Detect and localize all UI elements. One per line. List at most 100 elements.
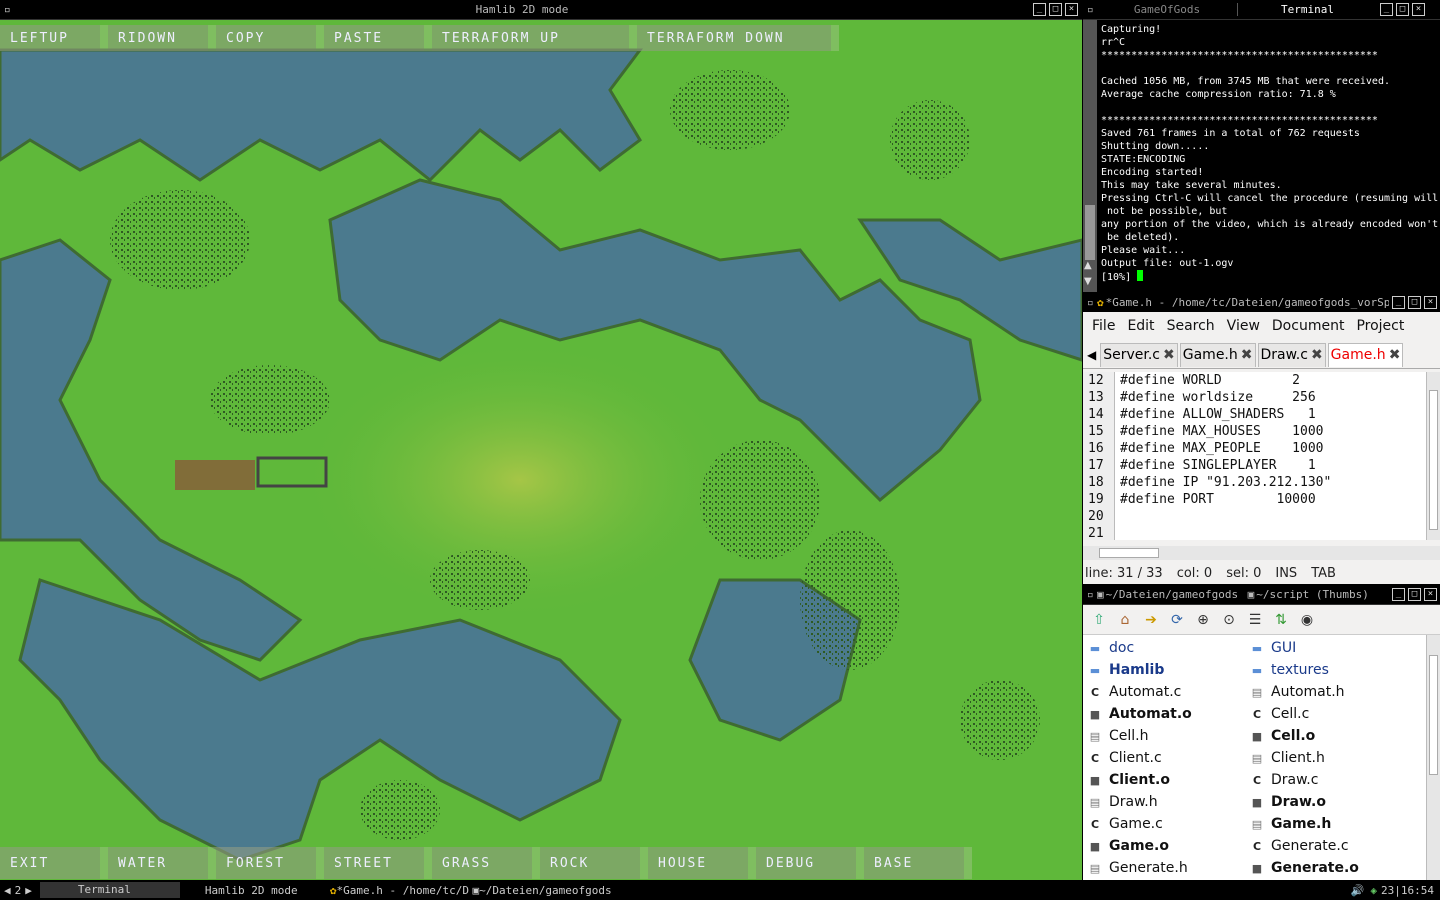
minimize-icon[interactable]: _: [1392, 588, 1405, 601]
file-item[interactable]: C Client.c: [1083, 750, 1245, 766]
file-item[interactable]: ■ Cell.o: [1245, 728, 1407, 744]
code-line[interactable]: #define worldsize 256: [1120, 389, 1331, 406]
code-line[interactable]: #define IP "91.203.212.130": [1120, 474, 1331, 491]
forest-button[interactable]: FOREST: [216, 847, 316, 879]
file-item[interactable]: C Cell.c: [1245, 706, 1407, 722]
minimize-icon[interactable]: _: [1033, 3, 1046, 16]
close-tab-icon[interactable]: ✖: [1311, 347, 1323, 363]
close-icon[interactable]: ×: [1412, 3, 1425, 16]
tab-scroll-left-icon[interactable]: ◀: [1087, 348, 1096, 362]
maximize-icon[interactable]: □: [1408, 296, 1421, 309]
scroll-thumb[interactable]: [1099, 548, 1159, 558]
file-item[interactable]: ■ Draw.o: [1245, 794, 1407, 810]
desktop-next-icon[interactable]: ▶: [25, 884, 32, 897]
close-tab-icon[interactable]: ✖: [1241, 347, 1253, 363]
terminal-window-titlebar[interactable]: ▫ GameOfGods Terminal _ □ ×: [1083, 0, 1440, 20]
scroll-thumb[interactable]: [1085, 205, 1095, 260]
file-item[interactable]: ▤ Automat.h: [1245, 684, 1407, 700]
close-tab-icon[interactable]: ✖: [1389, 347, 1401, 363]
task-hamlib[interactable]: Hamlib 2D mode: [205, 884, 315, 897]
game-window-titlebar[interactable]: ▫ Hamlib 2D mode _ □ ×: [0, 0, 1082, 20]
tab-terminal[interactable]: Terminal: [1237, 3, 1377, 16]
code-line[interactable]: #define ALLOW_SHADERS 1: [1120, 406, 1331, 423]
terminal-output[interactable]: Capturing! rr^C **************************…: [1083, 20, 1440, 292]
code-line[interactable]: #define MAX_HOUSES 1000: [1120, 423, 1331, 440]
file-item[interactable]: ▬ GUI: [1245, 640, 1407, 656]
filemanager-window-titlebar[interactable]: ▫ ▣ ~/Dateien/gameofgods ▣ ~/script (Thu…: [1083, 585, 1440, 605]
desktop-number[interactable]: 2: [15, 884, 22, 897]
home-icon[interactable]: ⌂: [1115, 610, 1135, 630]
zoom-in-icon[interactable]: ⊕: [1193, 610, 1213, 630]
file-item[interactable]: ▬ doc: [1083, 640, 1245, 656]
code-line[interactable]: #define MAX_PEOPLE 1000: [1120, 440, 1331, 457]
debug-button[interactable]: DEBUG: [756, 847, 856, 879]
tab-server-c[interactable]: Server.c ✖: [1100, 342, 1178, 367]
window-menu-icon[interactable]: ▫: [1087, 3, 1097, 16]
terraform-up-button[interactable]: TERRAFORM UP: [432, 25, 629, 51]
file-item[interactable]: ■ Generate.o: [1245, 860, 1407, 876]
code-editor[interactable]: 12 13 14 15 16 17 18 19 20 21 #define WORLD 2 #def…: [1083, 372, 1440, 540]
file-item[interactable]: ▤ Cell.h: [1083, 728, 1245, 744]
file-item[interactable]: ■ Automat.o: [1083, 706, 1245, 722]
tab-script[interactable]: ~/script (Thumbs): [1256, 588, 1389, 601]
code-line[interactable]: #define WORLD 2: [1120, 372, 1331, 389]
street-button[interactable]: STREET: [324, 847, 424, 879]
tab-game-h[interactable]: Game.h ✖: [1179, 342, 1256, 367]
task-editor[interactable]: *Game.h - /home/tc/D: [337, 884, 473, 897]
house-button[interactable]: HOUSE: [648, 847, 748, 879]
ridown-button[interactable]: RIDOWN: [108, 25, 208, 51]
close-icon[interactable]: ×: [1424, 588, 1437, 601]
sort-icon[interactable]: ⇅: [1271, 610, 1291, 630]
go-icon[interactable]: ➔: [1141, 610, 1161, 630]
file-item[interactable]: C Automat.c: [1083, 684, 1245, 700]
file-item[interactable]: ▤ Draw.h: [1083, 794, 1245, 810]
minimize-icon[interactable]: _: [1380, 3, 1393, 16]
tab-dateien[interactable]: ~/Dateien/gameofgods: [1106, 588, 1248, 601]
refresh-icon[interactable]: ⟳: [1167, 610, 1187, 630]
tab-draw-c[interactable]: Draw.c ✖: [1257, 342, 1326, 367]
file-item[interactable]: ▬ textures: [1245, 662, 1407, 678]
file-item[interactable]: ▤ Client.h: [1245, 750, 1407, 766]
game-map-viewport[interactable]: LEFTUP RIDOWN COPY PASTE TERRAFORM UP TE…: [0, 20, 1082, 880]
code-line[interactable]: [1120, 525, 1331, 540]
water-button[interactable]: WATER: [108, 847, 208, 879]
file-item[interactable]: ▤ Generate.h: [1083, 860, 1245, 876]
menu-view[interactable]: View: [1227, 318, 1260, 334]
task-filemanager[interactable]: ~/Dateien/gameofgods: [479, 884, 629, 897]
base-button[interactable]: BASE: [864, 847, 964, 879]
maximize-icon[interactable]: □: [1408, 588, 1421, 601]
exit-button[interactable]: EXIT: [0, 847, 100, 879]
desktop-prev-icon[interactable]: ◀: [4, 884, 11, 897]
menu-document[interactable]: Document: [1272, 318, 1345, 334]
menu-search[interactable]: Search: [1167, 318, 1215, 334]
tab-gameofgods[interactable]: GameOfGods: [1097, 3, 1237, 16]
show-hidden-icon[interactable]: ◉: [1297, 610, 1317, 630]
maximize-icon[interactable]: □: [1396, 3, 1409, 16]
window-menu-icon[interactable]: ▫: [1087, 296, 1097, 309]
code-area[interactable]: #define WORLD 2 #define worldsize 256 #def…: [1120, 372, 1331, 540]
file-item[interactable]: C Draw.c: [1245, 772, 1407, 788]
scroll-thumb[interactable]: [1429, 655, 1438, 775]
vertical-scrollbar[interactable]: [1426, 372, 1440, 540]
scroll-down-icon[interactable]: ▼: [1084, 276, 1092, 287]
terraform-down-button[interactable]: TERRAFORM DOWN: [637, 25, 831, 51]
horizontal-scrollbar[interactable]: [1083, 546, 1440, 560]
grass-button[interactable]: GRASS: [432, 847, 532, 879]
close-icon[interactable]: ×: [1065, 3, 1078, 16]
menu-file[interactable]: File: [1092, 318, 1115, 334]
file-item[interactable]: ■ Game.o: [1083, 838, 1245, 854]
menu-edit[interactable]: Edit: [1127, 318, 1154, 334]
minimize-icon[interactable]: _: [1392, 296, 1405, 309]
file-item[interactable]: ▤ Game.h: [1245, 816, 1407, 832]
window-menu-icon[interactable]: ▫: [4, 3, 14, 16]
fm-scrollbar[interactable]: [1426, 635, 1440, 880]
zoom-fit-icon[interactable]: ⊙: [1219, 610, 1239, 630]
file-item[interactable]: ■ Client.o: [1083, 772, 1245, 788]
maximize-icon[interactable]: □: [1049, 3, 1062, 16]
leftup-button[interactable]: LEFTUP: [0, 25, 100, 51]
code-line[interactable]: #define PORT 10000: [1120, 491, 1331, 508]
volume-icon[interactable]: 🔊: [1351, 884, 1365, 897]
terminal-scrollbar[interactable]: ▲ ▼: [1083, 20, 1097, 292]
code-line[interactable]: [1120, 508, 1331, 525]
window-menu-icon[interactable]: ▫: [1087, 588, 1097, 601]
